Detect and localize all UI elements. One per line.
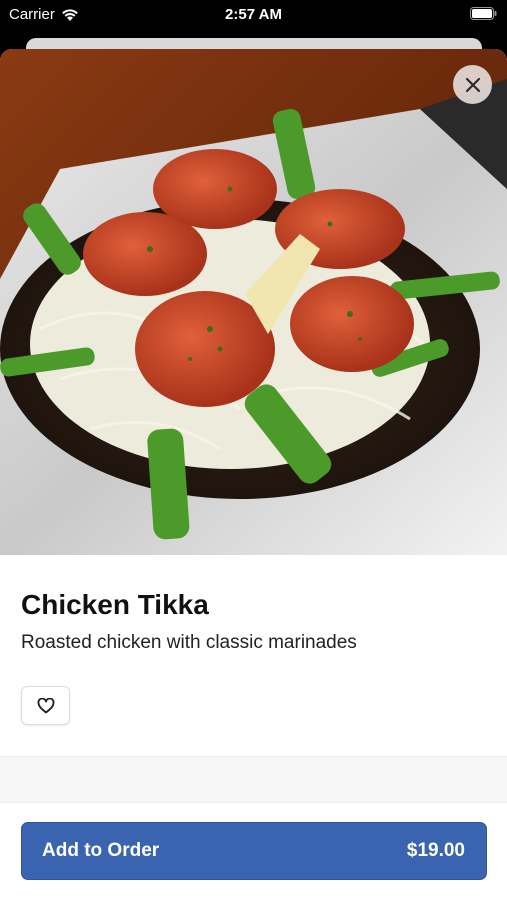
food-photo <box>0 49 507 555</box>
add-to-order-label: Add to Order <box>42 840 160 861</box>
item-detail-sheet: Chicken Tikka Roasted chicken with class… <box>0 49 507 900</box>
close-button[interactable] <box>453 65 492 104</box>
item-description: Roasted chicken with classic marinades <box>21 632 357 653</box>
close-icon <box>465 77 480 92</box>
item-title: Chicken Tikka <box>21 589 209 620</box>
section-divider <box>0 756 507 803</box>
status-time: 2:57 AM <box>225 6 282 23</box>
add-to-order-button[interactable]: Add to Order $19.00 <box>21 822 487 880</box>
heart-icon <box>37 697 54 713</box>
battery-icon <box>470 7 497 20</box>
status-bar: Carrier 2:57 AM <box>0 0 507 30</box>
favorite-button[interactable] <box>21 686 70 725</box>
price-label: $19.00 <box>406 840 465 861</box>
